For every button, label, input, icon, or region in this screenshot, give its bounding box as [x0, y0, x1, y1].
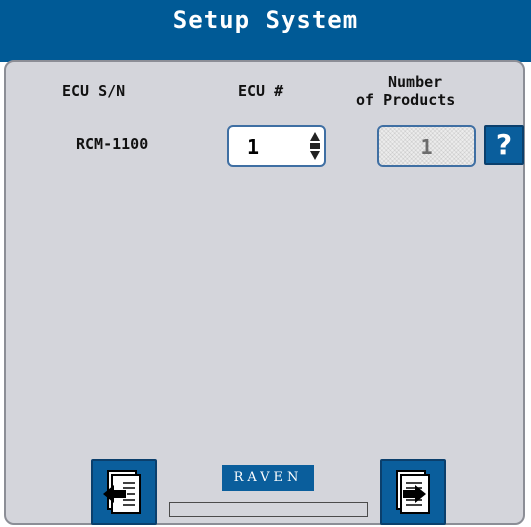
ecu-number-value: 1 — [247, 135, 260, 159]
products-header-line1: Number — [388, 73, 443, 91]
question-mark-icon: ? — [495, 128, 513, 161]
back-button[interactable] — [91, 459, 157, 525]
next-button[interactable] — [380, 459, 446, 525]
help-button[interactable]: ? — [484, 125, 524, 165]
page-title: Setup System — [172, 6, 359, 34]
next-arrow-page-icon — [396, 470, 430, 514]
up-down-arrows-icon[interactable] — [309, 131, 321, 161]
ecu-number-header: ECU # — [238, 82, 284, 100]
back-arrow-page-icon — [103, 470, 141, 514]
products-header-line2: of Products — [356, 91, 456, 109]
number-of-products-field: 1 — [377, 125, 476, 167]
logo-text: RAVEN — [233, 470, 303, 485]
ecu-sn-value: RCM-1100 — [76, 135, 149, 153]
ecu-sn-header: ECU S/N — [62, 82, 126, 100]
number-of-products-value: 1 — [420, 135, 433, 159]
setup-system-screen: Setup System ECU S/N ECU # Number of Pro… — [0, 0, 531, 527]
progress-bar — [169, 502, 368, 517]
ecu-number-stepper[interactable]: 1 — [227, 125, 326, 167]
title-bar: Setup System — [0, 0, 531, 62]
raven-logo: RAVEN — [222, 465, 314, 491]
